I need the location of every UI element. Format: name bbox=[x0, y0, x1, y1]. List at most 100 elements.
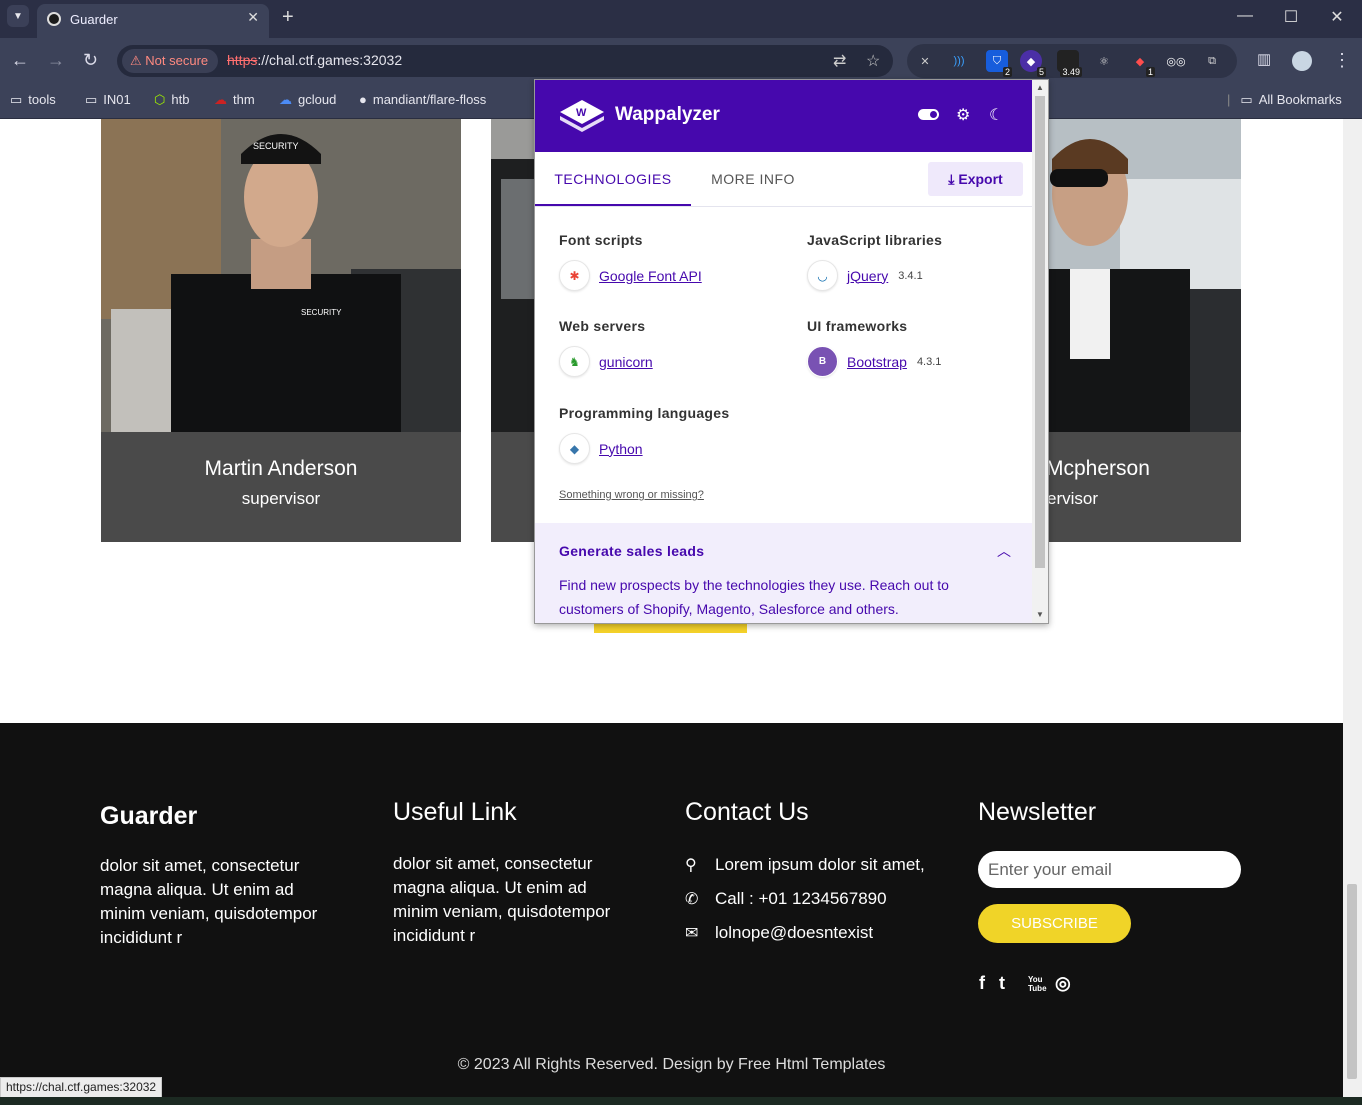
sales-leads-title[interactable]: Generate sales leads bbox=[559, 543, 704, 559]
wappalyzer-icon[interactable]: ◆ 5 bbox=[1020, 50, 1046, 77]
forward-arrow-icon[interactable]: → bbox=[47, 50, 65, 71]
popup-scrollbar[interactable]: ▲ ▼ bbox=[1032, 80, 1048, 623]
copyright: © 2023 All Rights Reserved. Design by Fr… bbox=[457, 1056, 886, 1073]
youtube-icon[interactable]: You Tube bbox=[1028, 975, 1047, 993]
bookmark-star-icon[interactable]: ☆ bbox=[866, 51, 880, 71]
wifi-icon[interactable]: ))) bbox=[948, 50, 970, 72]
x-icon[interactable]: ✕ bbox=[914, 50, 936, 72]
team-member-role: supervisor bbox=[241, 489, 321, 508]
glasses-icon[interactable]: ◎◎ bbox=[1165, 50, 1187, 72]
htb-cube-icon: ⬡ bbox=[154, 92, 166, 107]
puzzle-icon[interactable]: ⧉ bbox=[1201, 50, 1223, 72]
wappalyzer-logo-icon: W bbox=[560, 100, 604, 132]
toggle-switch[interactable] bbox=[918, 109, 939, 120]
tech-link[interactable]: Python bbox=[599, 441, 643, 457]
url-text[interactable]: https://chal.ctf.games:32032 bbox=[227, 52, 402, 68]
url-host: ://chal.ctf.games:32032 bbox=[257, 52, 403, 68]
close-window-icon[interactable]: ✕ bbox=[1327, 7, 1347, 27]
category-name: JavaScript libraries bbox=[807, 232, 943, 248]
status-bar-url: https://chal.ctf.games:32032 bbox=[0, 1077, 163, 1098]
footer-brand-text: dolor sit amet, consectetur magna aliqua… bbox=[100, 856, 318, 947]
translate-icon[interactable]: ⇄ bbox=[833, 51, 846, 71]
tab-more-info[interactable]: MORE INFO bbox=[691, 152, 815, 206]
bookmark-in01[interactable]: ▭ IN01 bbox=[85, 92, 131, 108]
pin-icon[interactable]: ◆ 1 bbox=[1129, 50, 1155, 77]
tab-technologies[interactable]: TECHNOLOGIES bbox=[535, 152, 691, 206]
tech-item: ◆ Python bbox=[559, 433, 729, 464]
popup-scroll-thumb[interactable] bbox=[1035, 96, 1045, 568]
back-arrow-icon[interactable]: ← bbox=[11, 50, 29, 71]
something-wrong-link[interactable]: Something wrong or missing? bbox=[559, 489, 704, 501]
bitwarden-icon[interactable]: ⛉ 2 bbox=[986, 50, 1012, 77]
category-font-scripts: Font scripts ✱ Google Font API bbox=[559, 232, 702, 291]
gunicorn-icon: ♞ bbox=[559, 346, 590, 377]
page-scroll-thumb[interactable] bbox=[1347, 884, 1357, 1079]
tab-close-icon[interactable]: ✕ bbox=[247, 9, 259, 26]
react-icon[interactable]: ⚛ bbox=[1093, 50, 1115, 72]
svg-text:W: W bbox=[576, 107, 587, 119]
new-tab-button[interactable]: + bbox=[282, 6, 294, 29]
newsletter-heading: Newsletter bbox=[978, 798, 1097, 826]
lcp-icon[interactable]: 3.49 bbox=[1057, 50, 1082, 77]
thm-cloud-icon: ☁ bbox=[214, 92, 227, 107]
tech-link[interactable]: gunicorn bbox=[599, 354, 653, 370]
scroll-down-arrow-icon[interactable]: ▼ bbox=[1036, 610, 1044, 619]
contact-address: ⚲ Lorem ipsum dolor sit amet, bbox=[685, 855, 925, 874]
footer: Guarder dolor sit amet, consectetur magn… bbox=[0, 723, 1343, 1097]
bookmark-gcloud[interactable]: ☁ gcloud bbox=[279, 92, 336, 108]
bookmark-htb[interactable]: ⬡ htb bbox=[154, 92, 189, 108]
dark-mode-moon-icon[interactable]: ☾ bbox=[989, 105, 1003, 125]
facebook-icon[interactable]: f bbox=[979, 973, 985, 994]
tech-version: 4.3.1 bbox=[916, 355, 942, 368]
url-scheme: https bbox=[227, 52, 258, 68]
scroll-up-arrow-icon[interactable]: ▲ bbox=[1036, 83, 1044, 92]
category-web-servers: Web servers ♞ gunicorn bbox=[559, 318, 653, 377]
bookmark-thm[interactable]: ☁ thm bbox=[214, 92, 255, 108]
category-javascript-libraries: JavaScript libraries ◡ jQuery 3.4.1 bbox=[807, 232, 942, 291]
tech-link[interactable]: jQuery bbox=[847, 268, 888, 284]
settings-gear-icon[interactable]: ⚙ bbox=[956, 105, 970, 125]
chevron-up-icon[interactable]: ︿ bbox=[997, 541, 1011, 561]
browser-toolbar: ← → ↻ ⚠ Not secure https://chal.ctf.game… bbox=[0, 38, 1362, 84]
sales-leads-panel: Generate sales leads ︿ Find new prospect… bbox=[535, 523, 1032, 623]
page-scrollbar[interactable] bbox=[1343, 119, 1362, 1097]
browser-tab[interactable]: Guarder ✕ bbox=[37, 4, 269, 38]
folder-icon: ▭ bbox=[1240, 92, 1253, 107]
newsletter-email-input[interactable] bbox=[978, 851, 1241, 888]
profile-avatar[interactable] bbox=[1292, 51, 1312, 71]
instagram-icon[interactable]: ◎ bbox=[1055, 973, 1071, 994]
team-member-name: Martin Anderson bbox=[204, 457, 358, 480]
bitwarden-badge: 2 bbox=[1002, 67, 1012, 77]
map-pin-icon: ⚲ bbox=[685, 857, 697, 874]
export-button[interactable]: ⤓ Export bbox=[928, 162, 1023, 196]
pin-badge: 1 bbox=[1145, 67, 1155, 77]
tech-link[interactable]: Bootstrap bbox=[847, 354, 907, 370]
address-bar[interactable]: ⚠ Not secure https://chal.ctf.games:3203… bbox=[117, 45, 893, 77]
tech-link[interactable]: Google Font API bbox=[599, 268, 702, 284]
bookmark-flare-floss[interactable]: ● mandiant/flare-floss bbox=[359, 92, 486, 107]
wappalyzer-popup: W Wappalyzer ⚙ ☾ TECHNOLOGIES MORE INFO … bbox=[534, 79, 1049, 624]
all-bookmarks[interactable]: | ▭ All Bookmarks bbox=[1227, 92, 1342, 108]
kebab-menu-icon[interactable]: ⋮ bbox=[1333, 50, 1351, 71]
subscribe-button[interactable]: SUBSCRIBE bbox=[978, 904, 1131, 943]
maximize-icon[interactable]: ☐ bbox=[1281, 7, 1301, 27]
tech-item: B Bootstrap 4.3.1 bbox=[807, 346, 941, 377]
side-panel-icon[interactable]: ▥ bbox=[1257, 50, 1271, 68]
twitter-icon[interactable]: t bbox=[999, 973, 1005, 994]
python-icon: ◆ bbox=[559, 433, 590, 464]
wappalyzer-badge: 5 bbox=[1036, 67, 1046, 77]
site-favicon-icon bbox=[47, 12, 61, 26]
team-card-1: SECURITY SECURITY Martin Anderson superv… bbox=[101, 119, 461, 542]
reload-icon[interactable]: ↻ bbox=[83, 50, 98, 71]
tab-search-button[interactable]: ▼ bbox=[7, 5, 29, 27]
jquery-icon: ◡ bbox=[807, 260, 838, 291]
team-caption: Mcpherson ervisor bbox=[1040, 432, 1241, 542]
team-member-role: ervisor bbox=[1047, 489, 1099, 508]
bookmark-tools[interactable]: ▭ tools bbox=[10, 92, 56, 108]
category-name: UI frameworks bbox=[807, 318, 908, 334]
tech-item: ✱ Google Font API bbox=[559, 260, 702, 291]
phone-icon: ✆ bbox=[685, 891, 699, 908]
minimize-icon[interactable]: — bbox=[1235, 7, 1255, 25]
team-photo bbox=[1040, 119, 1241, 432]
security-chip[interactable]: ⚠ Not secure bbox=[122, 49, 219, 73]
